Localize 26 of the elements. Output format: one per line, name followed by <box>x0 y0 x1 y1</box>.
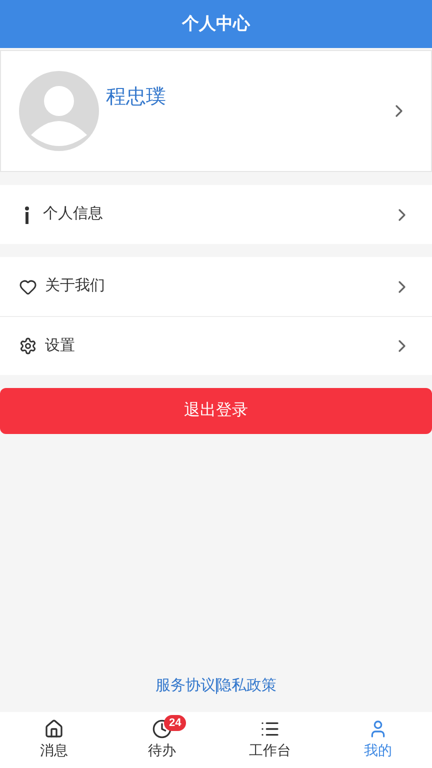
footer-link[interactable]: 服务协议 <box>156 674 216 697</box>
profile-card[interactable]: 程忠璞 <box>0 50 432 172</box>
count-badge: 24 <box>164 715 186 731</box>
tab-item[interactable]: 24 待办 <box>108 712 216 768</box>
tab-label: 我的 <box>364 741 392 760</box>
tab-label: 待办 <box>148 741 176 760</box>
menu-item[interactable]: 设置 <box>0 316 432 375</box>
menu-label: 设置 <box>45 336 75 356</box>
avatar-icon <box>19 71 99 151</box>
menu-item[interactable]: 个人信息 <box>0 185 432 244</box>
tab-item[interactable]: 工作台 <box>216 712 324 768</box>
footer-link[interactable]: 隐私政策 <box>216 674 276 697</box>
page-title: 个人中心 <box>182 13 250 36</box>
tab-label: 消息 <box>40 741 68 760</box>
tab-item[interactable]: 消息 <box>0 712 108 768</box>
heart-icon <box>19 278 37 296</box>
menu-item[interactable]: 关于我们 <box>0 257 432 316</box>
home-icon <box>44 719 64 739</box>
logout-button[interactable]: 退出登录 <box>0 388 432 434</box>
menu-label: 关于我们 <box>45 276 105 296</box>
user-name: 程忠璞 <box>106 85 166 110</box>
info-icon <box>23 206 31 224</box>
settings-icon <box>19 337 37 355</box>
tab-label: 工作台 <box>249 741 291 760</box>
tab-item[interactable]: 我的 <box>324 712 432 768</box>
menu-label: 个人信息 <box>43 204 103 224</box>
